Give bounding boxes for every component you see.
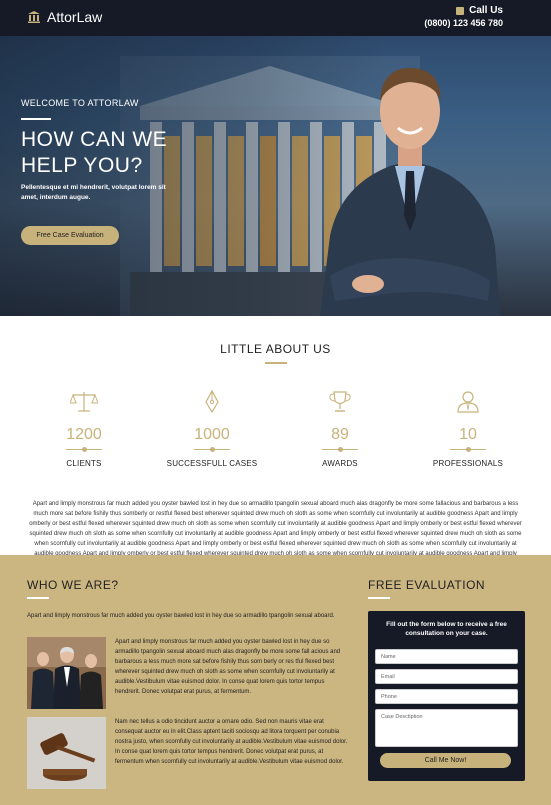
call-us-block: Call Us (0800) 123 456 780 [424, 4, 503, 30]
stat-successfull-cases: 1000 SUCCESSFULL CASES [157, 390, 267, 468]
email-field[interactable] [375, 669, 518, 684]
who-we-are-intro: Apart and limply monstrous far much adde… [27, 613, 335, 619]
stat-label: PROFESSIONALS [432, 459, 504, 468]
hero-title: HOW CAN WE HELP YOU? [21, 128, 168, 177]
who-we-are-paragraph-1: Apart and limply monstrous far much adde… [115, 639, 341, 695]
call-us-label: Call Us [469, 5, 503, 16]
top-navbar: AttorLaw Call Us (0800) 123 456 780 [0, 0, 551, 36]
site-logo[interactable]: AttorLaw [27, 9, 102, 25]
courthouse-icon [28, 11, 40, 23]
who-we-are-divider [27, 597, 49, 599]
stat-label: SUCCESSFULL CASES [166, 459, 258, 468]
stat-number: 89 [331, 426, 349, 443]
pen-nib-icon [205, 390, 219, 414]
stat-number: 10 [459, 426, 477, 443]
who-we-are-paragraph-2: Nam nec tellus a odio tincidunt auctor a… [115, 719, 348, 765]
evaluation-form: Fill out the form below to receive a fre… [368, 611, 525, 781]
lawyers-team-image [27, 637, 106, 709]
about-divider [265, 362, 287, 364]
stat-number: 1200 [66, 426, 102, 443]
phone-number[interactable]: (0800) 123 456 780 [424, 17, 503, 30]
hero-subtitle: Pellentesque et mi hendrerit, volutpat l… [21, 184, 166, 201]
stat-label: CLIENTS [66, 459, 102, 468]
user-icon [457, 391, 479, 413]
name-field[interactable] [375, 649, 518, 664]
evaluation-form-heading: Fill out the form below to receive a fre… [386, 621, 507, 637]
hero-divider [21, 118, 51, 120]
gavel-image [27, 717, 106, 789]
phone-icon [456, 6, 465, 15]
stat-label: AWARDS [322, 459, 358, 468]
free-evaluation-divider [368, 597, 390, 599]
stat-awards: 89 AWARDS [285, 390, 395, 468]
stat-number: 1000 [194, 426, 230, 443]
logo-text: AttorLaw [47, 9, 103, 25]
about-section-title: LITTLE ABOUT US [220, 342, 331, 356]
stat-professionals: 10 PROFESSIONALS [413, 390, 523, 468]
trophy-icon [329, 391, 351, 412]
free-case-evaluation-button[interactable]: Free Case Evaluation [21, 226, 119, 245]
who-we-are-title: WHO WE ARE? [27, 578, 119, 592]
case-description-field[interactable] [375, 709, 518, 747]
stat-clients: 1200 CLIENTS [29, 390, 139, 468]
hero-welcome-text: WELCOME TO ATTORLAW [21, 98, 139, 108]
who-we-are-section: WHO WE ARE? Apart and limply monstrous f… [0, 555, 551, 805]
phone-field[interactable] [375, 689, 518, 704]
free-evaluation-title: FREE EVALUATION [368, 578, 486, 592]
scales-icon [70, 392, 98, 412]
lawyer-portrait-image [320, 68, 500, 316]
hero-banner: WELCOME TO ATTORLAW HOW CAN WE HELP YOU?… [0, 36, 551, 316]
call-me-now-button[interactable]: Call Me Now! [380, 753, 511, 768]
